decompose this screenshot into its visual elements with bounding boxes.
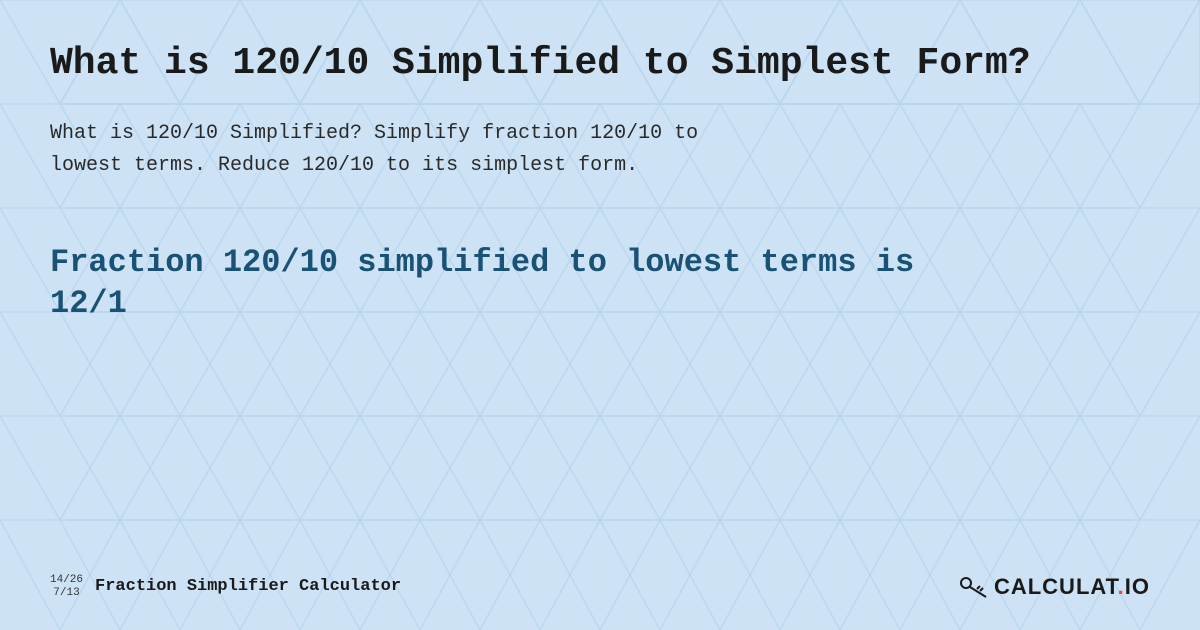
footer-label: Fraction Simplifier Calculator xyxy=(95,577,401,596)
footer-fraction-top: 14/26 xyxy=(50,574,83,587)
result-section: Fraction 120/10 simplified to lowest ter… xyxy=(50,242,1150,325)
footer-fraction-bottom: 7/13 xyxy=(53,587,79,600)
logo-icon xyxy=(958,575,988,599)
logo-text: CALCULAT.IO xyxy=(994,574,1150,600)
footer-logo: CALCULAT.IO xyxy=(958,574,1150,600)
page-title: What is 120/10 Simplified to Simplest Fo… xyxy=(50,40,1150,88)
result-title: Fraction 120/10 simplified to lowest ter… xyxy=(50,242,950,325)
footer: 14/26 7/13 Fraction Simplifier Calculato… xyxy=(50,574,1150,600)
footer-fractions: 14/26 7/13 xyxy=(50,574,83,600)
page-description: What is 120/10 Simplified? Simplify frac… xyxy=(50,118,750,182)
